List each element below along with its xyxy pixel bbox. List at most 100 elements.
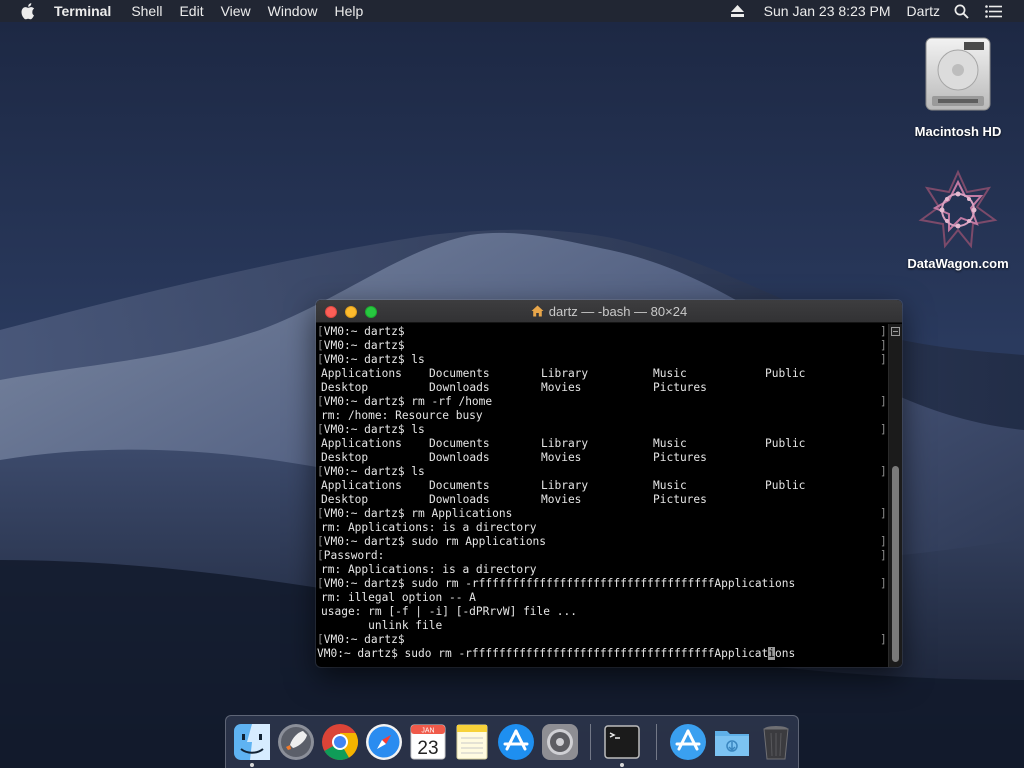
vertical-scrollbar[interactable]: [888, 324, 902, 667]
mark-bracket: ]: [880, 577, 887, 590]
dock-item-chrome[interactable]: [320, 722, 360, 762]
terminal-window[interactable]: dartz — -bash — 80×24 [VM0:~ dartz$ ] [VM…: [316, 300, 902, 667]
dock-item-trash[interactable]: [756, 722, 796, 762]
split-pane-icon[interactable]: [891, 327, 900, 336]
calendar-day: 23: [417, 738, 438, 759]
notification-center-icon[interactable]: [985, 4, 1002, 18]
menu-bar: Terminal Shell Edit View Window Help Sun…: [0, 0, 1024, 22]
downloads-folder-icon: [715, 731, 749, 756]
menubar-user[interactable]: Dartz: [907, 3, 940, 19]
dock-item-finder[interactable]: [232, 722, 272, 762]
dock-item-applications[interactable]: [668, 722, 708, 762]
mark-bracket: [: [317, 339, 324, 352]
calendar-icon: JAN 23: [410, 724, 446, 760]
terminal-cell: [765, 381, 877, 395]
mark-bracket: [: [317, 507, 324, 520]
terminal-cell: Music: [653, 479, 687, 492]
terminal-line: Applications Documents Library Music Public: [317, 479, 888, 493]
mark-bracket: [: [317, 353, 324, 366]
terminal-command-text: VM0:~ dartz$ sudo rm -rfffffffffffffffff…: [317, 647, 769, 660]
terminal-prompt-text: VM0:~ dartz$ ls: [323, 423, 425, 436]
terminal-cell: Documents: [429, 437, 490, 450]
terminal-prompt-text: VM0:~ dartz$ rm -rf /home: [323, 395, 493, 408]
terminal-line: VM0:~ dartz$ sudo rm -rfffffffffffffffff…: [317, 647, 888, 661]
terminal-line: [VM0:~ dartz$ sudo rm -rffffffffffffffff…: [317, 577, 888, 591]
terminal-line: [Password:]: [317, 549, 888, 563]
terminal-cell: Music: [653, 437, 687, 450]
terminal-output-text: rm: Applications: is a directory: [321, 521, 537, 534]
terminal-cell: Documents: [429, 479, 490, 492]
minimize-button[interactable]: [345, 306, 357, 318]
desktop-icon-datawagon[interactable]: DataWagon.com: [903, 168, 1013, 271]
window-titlebar[interactable]: dartz — -bash — 80×24: [316, 300, 902, 323]
mark-bracket: [: [317, 535, 324, 548]
notes-icon: [456, 724, 488, 760]
finder-icon: [234, 724, 270, 760]
terminal-cell: Movies: [541, 451, 582, 464]
terminal-output[interactable]: [VM0:~ dartz$ ] [VM0:~ dartz$ ] [VM0:~ dar…: [316, 324, 888, 667]
terminal-cell: [765, 451, 877, 465]
desktop-icon-label: DataWagon.com: [907, 256, 1009, 271]
mark-bracket: ]: [880, 339, 887, 352]
menu-window[interactable]: Window: [268, 0, 318, 22]
terminal-line: Applications Documents Library Music Public: [317, 367, 888, 381]
terminal-cell: Music: [653, 367, 687, 380]
mark-bracket: [: [317, 549, 324, 562]
eject-icon[interactable]: [730, 5, 744, 17]
terminal-cell: Desktop: [321, 451, 369, 464]
menu-shell[interactable]: Shell: [131, 0, 162, 22]
chrome-icon: [322, 724, 359, 761]
terminal-output-text: rm: illegal option -- A: [321, 591, 476, 604]
terminal-line: Desktop Downloads Movies Pictures: [317, 381, 888, 395]
dock-item-app-store[interactable]: [496, 722, 536, 762]
close-button[interactable]: [325, 306, 337, 318]
terminal-output-text: unlink file: [321, 619, 443, 632]
dock-item-system-preferences[interactable]: [540, 722, 580, 762]
terminal-prompt-text: VM0:~ dartz$ sudo rm Applications: [323, 535, 547, 548]
dock-item-terminal[interactable]: [602, 722, 642, 762]
terminal-line: rm: Applications: is a directory: [317, 563, 888, 577]
dock-item-launchpad[interactable]: [276, 722, 316, 762]
terminal-prompt-text: VM0:~ dartz$ rm Applications: [323, 507, 513, 520]
terminal-cell: Public: [765, 437, 806, 450]
menu-app-terminal[interactable]: Terminal: [54, 0, 111, 22]
dock: JAN 23: [225, 715, 799, 768]
terminal-cell: Applications: [321, 479, 402, 492]
terminal-cell: Movies: [541, 381, 582, 394]
zoom-button[interactable]: [365, 306, 377, 318]
menu-help[interactable]: Help: [334, 0, 363, 22]
apple-menu-icon[interactable]: [20, 2, 36, 20]
terminal-line: [VM0:~ dartz$ ls]: [317, 423, 888, 437]
spotlight-search-icon[interactable]: [954, 4, 969, 19]
dock-item-downloads[interactable]: [712, 722, 752, 762]
terminal-cell: Downloads: [429, 451, 490, 464]
menubar-clock[interactable]: Sun Jan 23 8:23 PM: [764, 3, 891, 19]
mark-bracket: [: [317, 577, 324, 590]
scrollbar-thumb[interactable]: [892, 466, 899, 662]
mark-bracket: ]: [880, 633, 887, 646]
dock-item-safari[interactable]: [364, 722, 404, 762]
desktop-icon-macintosh-hd[interactable]: Macintosh HD: [903, 34, 1013, 139]
menu-view[interactable]: View: [221, 0, 251, 22]
terminal-cell: Library: [541, 437, 589, 450]
terminal-cell: Library: [541, 367, 589, 380]
terminal-prompt-text: VM0:~ dartz$: [323, 339, 412, 352]
terminal-line: Desktop Downloads Movies Pictures: [317, 493, 888, 507]
dock-item-notes[interactable]: [452, 722, 492, 762]
terminal-line: [VM0:~ dartz$ sudo rm Applications]: [317, 535, 888, 549]
terminal-prompt-text: VM0:~ dartz$ ls: [323, 465, 425, 478]
terminal-cell: Documents: [429, 367, 490, 380]
terminal-line: [VM0:~ dartz$ ]: [317, 325, 888, 339]
menu-edit[interactable]: Edit: [179, 0, 203, 22]
terminal-cell: Public: [765, 479, 806, 492]
terminal-output-text: rm: /home: Resource busy: [321, 409, 483, 422]
terminal-line: rm: Applications: is a directory: [317, 521, 888, 535]
terminal-prompt-text: VM0:~ dartz$: [323, 633, 412, 646]
mark-bracket: [: [317, 423, 324, 436]
desktop-icon-label: Macintosh HD: [914, 124, 1002, 139]
terminal-cell: Pictures: [653, 381, 707, 394]
terminal-prompt-text: Password:: [323, 549, 385, 562]
mark-bracket: ]: [880, 395, 887, 408]
dock-item-calendar[interactable]: JAN 23: [408, 722, 448, 762]
window-title: dartz — -bash — 80×24: [548, 304, 688, 319]
